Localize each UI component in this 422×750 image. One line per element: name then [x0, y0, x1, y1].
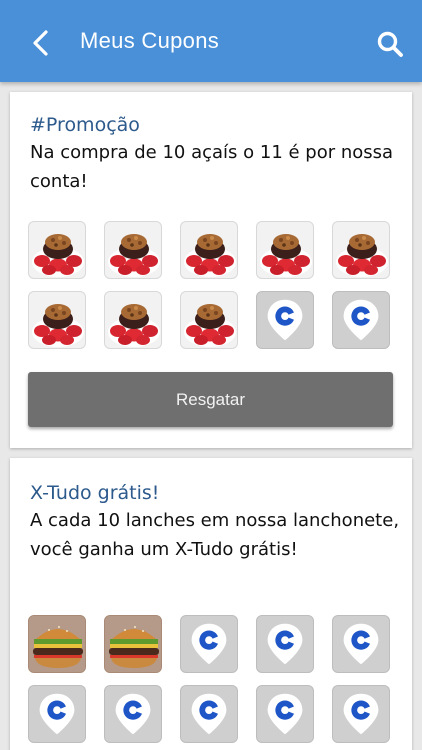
- burger-image: [104, 615, 162, 673]
- coupon-card-promocao: #Promoção Na compra de 10 açaís o 11 é p…: [10, 92, 412, 448]
- brand-location-pin-icon: [180, 685, 238, 743]
- acai-bowl-image: [180, 291, 238, 349]
- stamp-grid: [28, 221, 390, 349]
- search-icon[interactable]: [376, 30, 404, 58]
- acai-bowl-image: [28, 291, 86, 349]
- coupon-card-x-tudo: X-Tudo grátis! A cada 10 lanches em noss…: [10, 458, 412, 750]
- acai-bowl-image: [104, 291, 162, 349]
- coupon-description: Na compra de 10 açaís o 11 é por nossa c…: [30, 142, 394, 192]
- page-title: Meus Cupons: [80, 28, 220, 53]
- coupon-description: A cada 10 lanches em nossa lanchonete, v…: [30, 510, 400, 560]
- brand-location-pin-icon: [180, 615, 238, 673]
- stamp-grid: [28, 615, 390, 743]
- app-bar: Meus Cupons: [0, 0, 422, 82]
- acai-bowl-image: [332, 221, 390, 279]
- redeem-button[interactable]: Resgatar: [28, 372, 393, 427]
- brand-location-pin-icon: [332, 615, 390, 673]
- brand-location-pin-icon: [256, 685, 314, 743]
- coupon-title: #Promoção: [30, 114, 140, 136]
- brand-location-pin-icon: [28, 685, 86, 743]
- brand-location-pin-icon: [104, 685, 162, 743]
- acai-bowl-image: [256, 221, 314, 279]
- back-chevron-icon[interactable]: [26, 26, 58, 60]
- acai-bowl-image: [104, 221, 162, 279]
- brand-location-pin-icon: [332, 291, 390, 349]
- brand-location-pin-icon: [256, 615, 314, 673]
- brand-location-pin-icon: [332, 685, 390, 743]
- burger-image: [28, 615, 86, 673]
- acai-bowl-image: [28, 221, 86, 279]
- acai-bowl-image: [180, 221, 238, 279]
- coupon-title: X-Tudo grátis!: [30, 482, 160, 504]
- brand-location-pin-icon: [256, 291, 314, 349]
